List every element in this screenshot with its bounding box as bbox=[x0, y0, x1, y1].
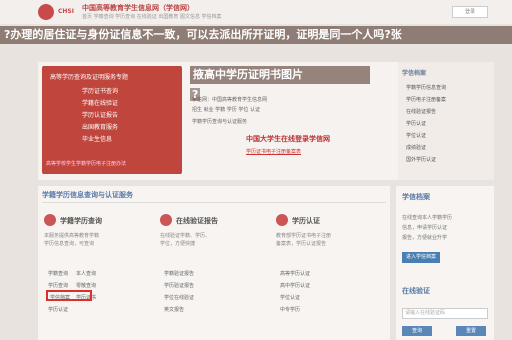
right-text: 报告，方便就业升学 bbox=[402, 235, 448, 241]
divider bbox=[42, 202, 386, 203]
side-item[interactable]: 学历电子注册备案 bbox=[406, 96, 446, 103]
side-item[interactable]: 成绩验证 bbox=[406, 144, 426, 151]
notice-line: 学信网：中国高等教育学生信息网 bbox=[192, 97, 268, 103]
service-link[interactable]: 英文报告 bbox=[164, 306, 184, 313]
column-desc: 本服务提供高等教育学籍 bbox=[44, 233, 100, 239]
banner-item[interactable]: 学历认证报告 bbox=[82, 110, 118, 119]
enter-archive-button[interactable]: 进入学信档案 bbox=[402, 252, 440, 263]
column-desc: 学历信息查询，可查询 bbox=[44, 241, 95, 247]
notice-title[interactable]: 中国大学生在线登录学信网 bbox=[246, 134, 330, 144]
side-head: 学信档案 bbox=[402, 70, 427, 77]
verify-reset-button[interactable]: 重置 bbox=[456, 326, 486, 336]
column-desc: 教育部学历证书电子注册 bbox=[276, 233, 332, 239]
overlay-caption-2: 掖高中学历证明书图片 bbox=[190, 66, 370, 84]
verify-query-button[interactable]: 查询 bbox=[402, 326, 432, 336]
banner-item[interactable]: 出国教育服务 bbox=[82, 122, 118, 131]
logo-text: CHSI bbox=[58, 8, 74, 15]
service-link[interactable]: 学位认证 bbox=[280, 294, 300, 301]
verify-code-input[interactable]: 请输入在线验证码 bbox=[402, 308, 488, 319]
highlight-box bbox=[46, 290, 92, 301]
right-heading: 在线验证 bbox=[402, 287, 430, 295]
banner-item[interactable]: 毕业生信息 bbox=[82, 134, 112, 143]
promo-banner[interactable] bbox=[42, 66, 182, 174]
top-header: CHSI 中国高等教育学生信息网（学信网） 首页 学籍查询 学历查询 在线验证 … bbox=[0, 0, 512, 24]
service-link[interactable]: 学籍验证报告 bbox=[164, 270, 194, 277]
side-item[interactable]: 学籍学历信息查询 bbox=[406, 84, 446, 91]
banner-item[interactable]: 学历证书查询 bbox=[82, 86, 118, 95]
right-heading: 学信档案 bbox=[402, 193, 430, 201]
service-link[interactable]: 中专学历 bbox=[280, 306, 300, 313]
column-title[interactable]: 学历认证 bbox=[292, 216, 320, 226]
right-text: 信息，申请学历认证 bbox=[402, 225, 448, 231]
service-link[interactable]: 学历认证 bbox=[48, 306, 68, 313]
column-desc: 学位，方便快捷 bbox=[160, 241, 196, 247]
column-title[interactable]: 学籍学历查询 bbox=[60, 216, 102, 226]
service-link[interactable]: 学历验证报告 bbox=[164, 282, 194, 289]
chsi-logo-icon bbox=[38, 4, 54, 20]
notice-line: 学籍学历查询与认证服务 bbox=[192, 119, 248, 125]
service-link[interactable]: 高等学历认证 bbox=[280, 270, 310, 277]
site-title[interactable]: 中国高等教育学生信息网（学信网） bbox=[82, 3, 194, 13]
side-item[interactable]: 学位认证 bbox=[406, 132, 426, 139]
notice-line: 招生 就业 学籍 学历 学位 认证 bbox=[192, 107, 260, 113]
banner-title: 高等学历查询及证明服务专题 bbox=[50, 74, 129, 81]
column-desc: 在线验证学籍、学历、 bbox=[160, 233, 211, 239]
site-nav-tabs[interactable]: 首页 学籍查询 学历查询 在线验证 出国教育 图文信息 学信档案 bbox=[82, 13, 222, 20]
service-link[interactable]: 学历查询 bbox=[48, 282, 68, 289]
services-heading: 学籍学历信息查询与认证服务 bbox=[42, 191, 133, 199]
certify-icon bbox=[276, 214, 288, 226]
side-item[interactable]: 在线验证报告 bbox=[406, 108, 436, 115]
service-link[interactable]: 本人查询 bbox=[76, 270, 96, 277]
banner-item[interactable]: 学籍在线验证 bbox=[82, 98, 118, 107]
service-link[interactable]: 高中学历认证 bbox=[280, 282, 310, 289]
banner-footer: 高等学校学生学籍学历电子注册办法 bbox=[46, 161, 127, 167]
side-item[interactable]: 国外学历认证 bbox=[406, 156, 436, 163]
notice-link[interactable]: 学历证书电子注册备案表 bbox=[246, 148, 301, 155]
column-title[interactable]: 在线验证报告 bbox=[176, 216, 218, 226]
overlay-caption-3: ? bbox=[190, 88, 201, 101]
overlay-caption: ?办理的居住证与身份证信息不一致，可以去派出所开证明，证明是同一个人吗?张 bbox=[0, 26, 512, 44]
service-link[interactable]: 零散查询 bbox=[76, 282, 96, 289]
login-button[interactable]: 登录 bbox=[452, 6, 488, 18]
query-icon bbox=[44, 214, 56, 226]
services-panel bbox=[38, 186, 390, 340]
right-text: 在线查询本人学籍学历 bbox=[402, 215, 453, 221]
column-desc: 备案表，学历认证报告 bbox=[276, 241, 327, 247]
service-link[interactable]: 学籍查询 bbox=[48, 270, 68, 277]
side-item[interactable]: 学历认证 bbox=[406, 120, 426, 127]
verify-icon bbox=[160, 214, 172, 226]
service-link[interactable]: 学位在线验证 bbox=[164, 294, 194, 301]
